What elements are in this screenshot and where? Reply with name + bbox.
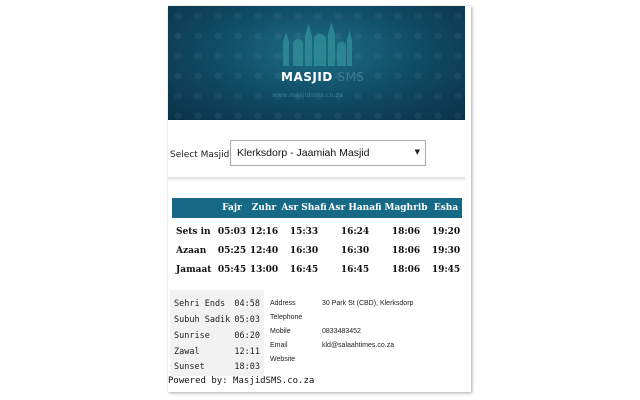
time-cell: 19:30 — [431, 245, 461, 256]
list-item: Sunrise 06:20 — [174, 331, 262, 347]
sun-times-panel: Sehri Ends 04:58 Subuh Sadik 05:03 Sunri… — [170, 290, 264, 376]
powered-by-link[interactable]: Powered by: MasjidSMS.co.za — [168, 376, 314, 386]
masjid-widget: MASJID SMS www.masjidsms.co.za Select Ma… — [168, 6, 471, 392]
header-asr-shafi: Asr Shafi — [281, 203, 327, 213]
sun-time: 18:03 — [234, 362, 260, 372]
contact-email: Email kld@salaahtimes.co.za — [270, 342, 460, 355]
time-cell: 12:16 — [249, 226, 279, 237]
contact-label: Email — [270, 342, 288, 349]
brand-logo: MASJID SMS — [281, 70, 365, 84]
masjid-select-value: Klerksdorp - Jaamiah Masjid — [237, 147, 370, 159]
table-row: Azaan 05:25 12:40 16:30 16:30 18:06 19:3… — [172, 241, 462, 260]
sun-time: 12:11 — [234, 347, 260, 357]
brand-logo-main: MASJID — [281, 70, 333, 84]
contact-telephone: Telephone — [270, 314, 460, 327]
time-cell: 16:45 — [340, 264, 370, 275]
header-banner: MASJID SMS www.masjidsms.co.za — [168, 6, 465, 120]
time-cell: 05:45 — [217, 264, 247, 275]
header-asr-hanafi: Asr Hanafi — [328, 203, 382, 213]
contact-label: Address — [270, 300, 296, 307]
section-divider — [168, 177, 465, 179]
header-fajr: Fajr — [222, 203, 242, 213]
prayer-times-table: Fajr Zuhr Asr Shafi Asr Hanafi Maghrib E… — [172, 198, 462, 279]
sun-time: 05:03 — [234, 315, 260, 325]
time-cell: 16:30 — [340, 245, 370, 256]
prayer-times-header-row: Fajr Zuhr Asr Shafi Asr Hanafi Maghrib E… — [172, 198, 462, 218]
time-cell: 18:06 — [391, 245, 421, 256]
list-item: Sehri Ends 04:58 — [174, 299, 262, 315]
contact-label: Website — [270, 356, 296, 363]
header-zuhr: Zuhr — [251, 203, 277, 213]
sun-time: 04:58 — [234, 299, 260, 309]
brand-logo-suffix: SMS — [337, 70, 365, 84]
dropdown-arrow-icon: ▼ — [414, 148, 420, 156]
header-maghrib: Maghrib — [384, 203, 428, 213]
time-cell: 12:40 — [249, 245, 279, 256]
select-masjid-label: Select Masjid — [170, 150, 230, 160]
time-cell: 18:06 — [391, 226, 421, 237]
contact-email-link[interactable]: kld@salaahtimes.co.za — [322, 342, 394, 349]
contact-value: 30 Park St (CBD), Klerksdorp — [322, 300, 414, 307]
info-section: Sehri Ends 04:58 Subuh Sadik 05:03 Sunri… — [170, 290, 463, 376]
time-cell: 13:00 — [249, 264, 279, 275]
row-label: Jamaat — [176, 264, 212, 275]
mosque-skyline-icon — [283, 22, 352, 66]
time-cell: 16:30 — [289, 245, 319, 256]
contact-label: Mobile — [270, 328, 291, 335]
time-cell: 15:33 — [289, 226, 319, 237]
time-cell: 05:03 — [217, 226, 247, 237]
contact-website: Website — [270, 356, 460, 369]
time-cell: 16:45 — [289, 264, 319, 275]
time-cell: 18:06 — [391, 264, 421, 275]
contact-value: 0833483452 — [322, 328, 361, 335]
contact-label: Telephone — [270, 314, 303, 321]
time-cell: 19:20 — [431, 226, 461, 237]
masjid-select-row: Select Masjid Klerksdorp - Jaamiah Masji… — [168, 134, 465, 168]
table-row: Sets in 05:03 12:16 15:33 16:24 18:06 19… — [172, 218, 462, 241]
header-esha: Esha — [433, 203, 459, 213]
masjid-select[interactable]: Klerksdorp - Jaamiah Masjid ▼ — [230, 140, 426, 166]
contact-mobile: Mobile 0833483452 — [270, 328, 460, 341]
sun-label: Zawal — [174, 347, 200, 357]
time-cell: 19:45 — [431, 264, 461, 275]
time-cell: 05:25 — [217, 245, 247, 256]
row-label: Sets in — [176, 226, 211, 237]
time-cell: 16:24 — [340, 226, 370, 237]
list-item: Subuh Sadik 05:03 — [174, 315, 262, 331]
sun-label: Sunset — [174, 362, 205, 372]
sun-label: Sunrise — [174, 331, 210, 341]
header-empty — [172, 198, 216, 218]
table-row: Jamaat 05:45 13:00 16:45 16:45 18:06 19:… — [172, 260, 462, 279]
sun-label: Subuh Sadik — [174, 315, 231, 325]
brand-tagline: www.masjidsms.co.za — [272, 92, 344, 99]
list-item: Zawal 12:11 — [174, 347, 262, 363]
sun-time: 06:20 — [234, 331, 260, 341]
sun-label: Sehri Ends — [174, 299, 226, 309]
contact-address: Address 30 Park St (CBD), Klerksdorp — [270, 300, 460, 313]
row-label: Azaan — [176, 245, 207, 256]
